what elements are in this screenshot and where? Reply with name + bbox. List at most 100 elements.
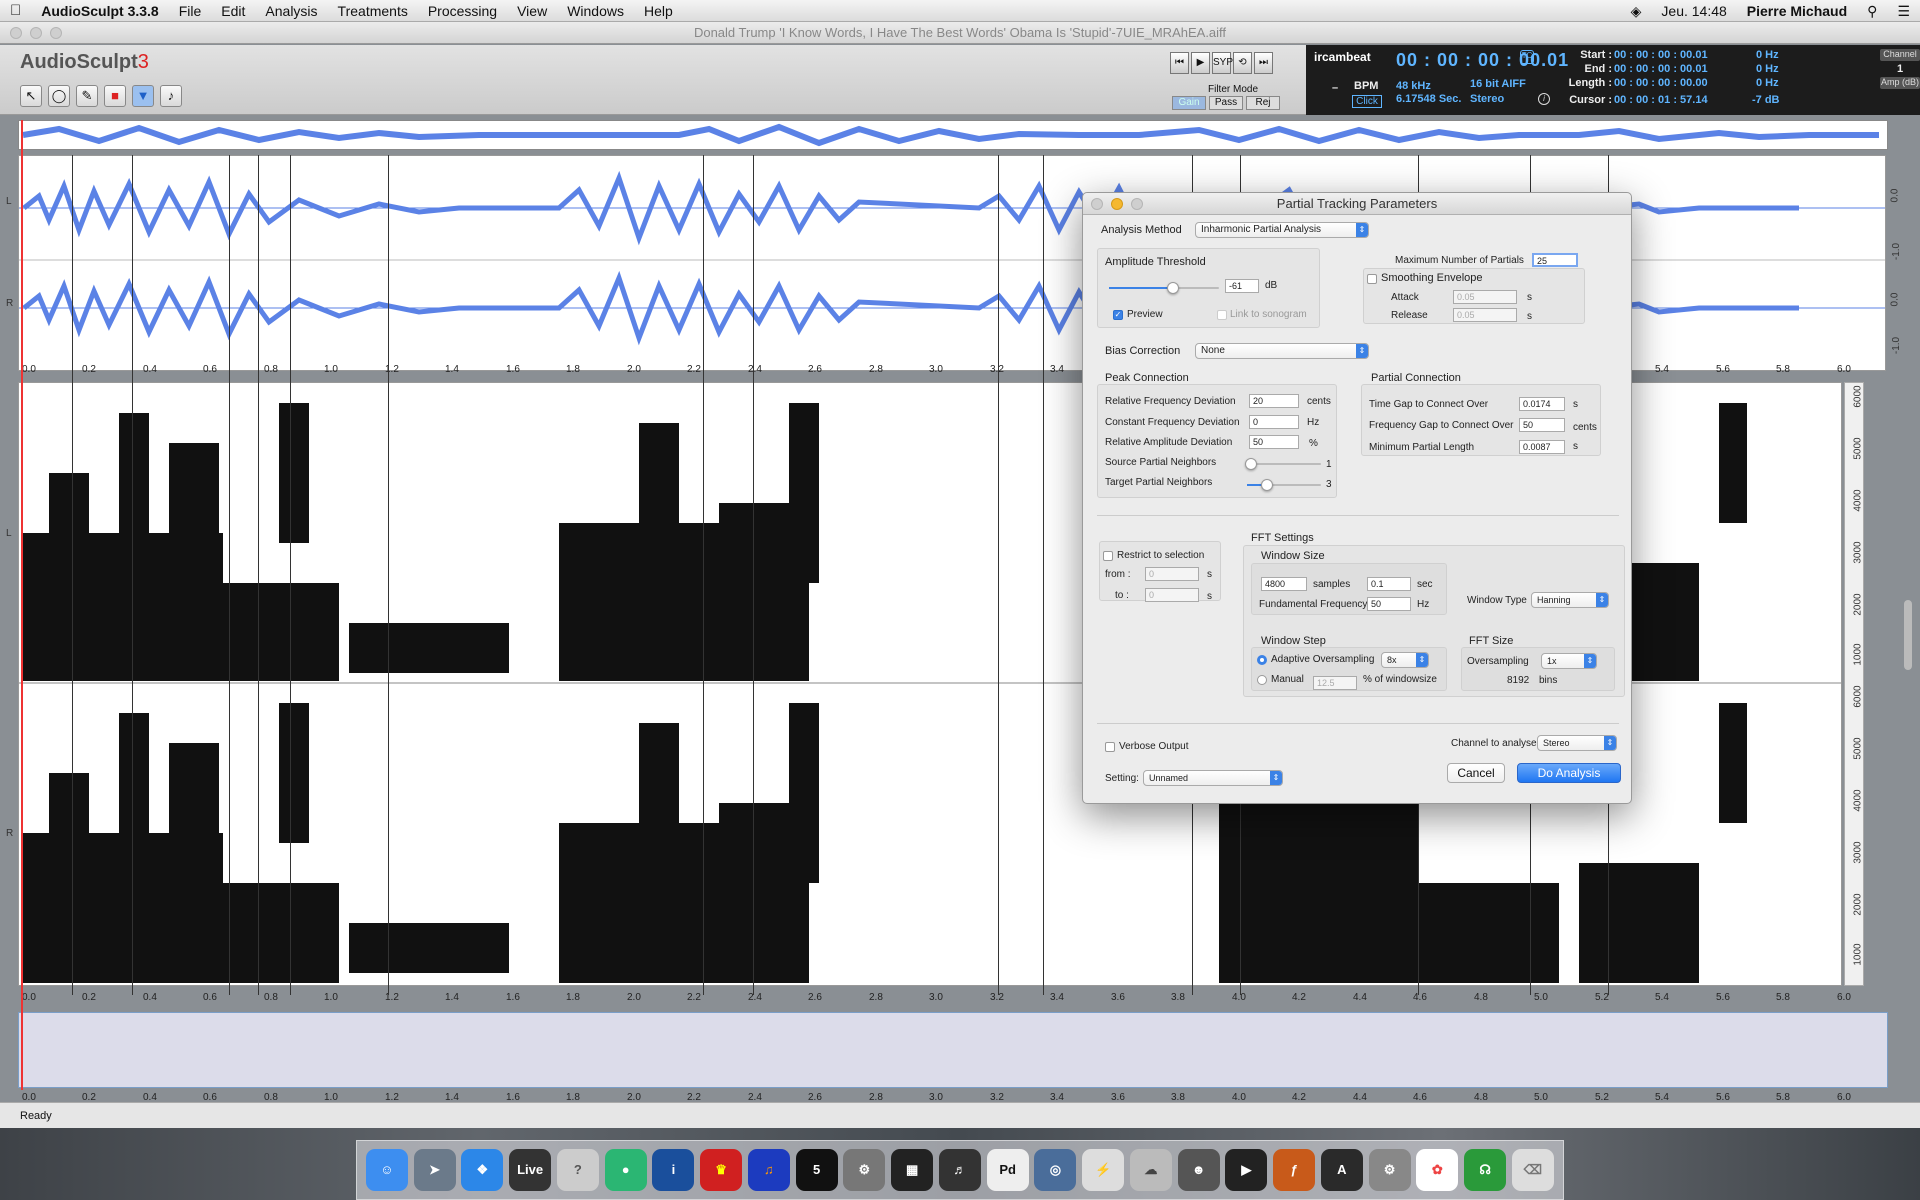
system-preferences-icon[interactable]: ⚙ [1368,1149,1411,1191]
min-partial-length-input[interactable]: 0.0087 [1519,440,1565,454]
fonts-app-icon[interactable]: ƒ [1273,1149,1316,1191]
marker-line[interactable] [703,155,704,995]
menu-treatments[interactable]: Treatments [328,3,418,19]
marker-line[interactable] [998,155,999,995]
pro-audio-icon[interactable]: ♬ [938,1149,981,1191]
menu-edit[interactable]: Edit [211,3,255,19]
const-freq-dev-input[interactable]: 0 [1249,415,1299,429]
time-ruler-2[interactable]: 0.0 0.2 0.4 0.6 0.8 1.0 1.2 1.4 1.6 1.8 … [22,992,1872,1004]
adaptive-oversampling-radio[interactable] [1257,655,1267,665]
setting-select[interactable]: Unnamed ⇕ [1143,770,1283,786]
trash-icon[interactable]: ⌫ [1511,1149,1554,1191]
dialog-zoom-button[interactable] [1131,198,1143,210]
max-partials-input[interactable]: 25 [1532,253,1578,267]
preview-checkbox[interactable]: ✓ [1113,310,1123,320]
lasso-tool-icon[interactable]: ◯ [48,85,70,107]
menu-view[interactable]: View [507,3,557,19]
pointer-tool-icon[interactable]: ↖ [20,85,42,107]
click-button[interactable]: Click [1352,95,1382,108]
rel-freq-dev-input[interactable]: 20 [1249,394,1299,408]
manual-step-input[interactable]: 12.5 [1313,676,1357,690]
playhead-cursor[interactable] [21,120,23,1090]
keyboard-app-icon[interactable]: ▦ [891,1149,934,1191]
window-samples-input[interactable]: 4800 [1261,577,1307,591]
filter-pass-button[interactable]: Pass [1209,96,1243,110]
radar-app-icon[interactable]: ◎ [1034,1149,1077,1191]
from-input[interactable]: 0 [1145,567,1199,581]
apple-icon[interactable]:  [0,2,31,19]
menu-file[interactable]: File [169,3,212,19]
oversampling-select[interactable]: 1x ⇕ [1541,653,1597,669]
overview-waveform[interactable] [18,120,1888,150]
close-window-button[interactable] [10,27,22,39]
marker-line[interactable] [753,155,754,995]
marker-line[interactable] [258,155,259,995]
help-icon[interactable]: ? [556,1149,599,1191]
marker-line[interactable] [132,155,133,995]
filter-gain-button[interactable]: Gain [1172,96,1206,110]
cloud-app-icon[interactable]: ☁ [1129,1149,1172,1191]
menu-windows[interactable]: Windows [557,3,634,19]
marker-line[interactable] [290,155,291,995]
marker-line[interactable] [388,155,389,995]
analysis-method-select[interactable]: Inharmonic Partial Analysis ⇕ [1195,222,1369,238]
app-menu[interactable]: AudioSculpt 3.3.8 [31,3,168,19]
vertical-zoom-scrollbar[interactable] [1904,600,1912,670]
font-book-icon[interactable]: A [1320,1149,1363,1191]
pure-data-icon[interactable]: Pd [986,1149,1029,1191]
verbose-output-checkbox[interactable] [1105,742,1115,752]
fundamental-frequency-input[interactable]: 50 [1367,597,1411,611]
window-type-select[interactable]: Hanning ⇕ [1531,592,1609,608]
pencil-tool-icon[interactable]: ✎ [76,85,98,107]
markers-lane[interactable] [18,1012,1888,1088]
zoom-window-button[interactable] [50,27,62,39]
adaptive-oversampling-select[interactable]: 8x ⇕ [1381,652,1429,668]
app-five-icon[interactable]: 5 [795,1149,838,1191]
bias-correction-select[interactable]: None ⇕ [1195,343,1369,359]
ableton-live-icon[interactable]: Live [509,1149,552,1191]
marker-line[interactable] [229,155,230,995]
smoothing-envelope-checkbox[interactable] [1367,274,1377,284]
dialog-minimize-button[interactable] [1111,198,1123,210]
marker-line[interactable] [1043,155,1044,995]
isadora-icon[interactable]: ♛ [700,1149,743,1191]
tc-toggle-icon[interactable]: TC [1520,50,1534,64]
filter-tool-icon[interactable]: ▼ [132,85,154,107]
rhythm-app-icon[interactable]: ● [604,1149,647,1191]
mic-app-icon[interactable]: ☊ [1464,1149,1507,1191]
photos-icon[interactable]: ✿ [1416,1149,1459,1191]
wifi-icon[interactable]: ◈ [1621,3,1652,20]
filter-rej-button[interactable]: Rej [1246,96,1280,110]
notification-center-icon[interactable]: ☰ [1887,3,1920,20]
note-tool-icon[interactable]: ♪ [160,85,182,107]
forward-icon[interactable]: ⏭ [1254,52,1273,74]
dialog-close-button[interactable] [1091,198,1103,210]
minimize-window-button[interactable] [30,27,42,39]
menu-help[interactable]: Help [634,3,683,19]
to-input[interactable]: 0 [1145,588,1199,602]
safari-icon[interactable]: ❖ [461,1149,504,1191]
link-sonogram-checkbox[interactable] [1217,310,1227,320]
audacity-icon[interactable]: ♫ [747,1149,790,1191]
rel-amp-dev-input[interactable]: 50 [1249,435,1299,449]
attack-input[interactable]: 0.05 [1453,290,1517,304]
finder-icon[interactable]: ☺ [365,1149,408,1191]
window-seconds-input[interactable]: 0.1 [1367,577,1411,591]
menu-user[interactable]: Pierre Michaud [1737,3,1857,19]
menu-processing[interactable]: Processing [418,3,507,19]
release-input[interactable]: 0.05 [1453,308,1517,322]
launchpad-icon[interactable]: ➤ [413,1149,456,1191]
restrict-selection-checkbox[interactable] [1103,551,1113,561]
marker-line[interactable] [72,155,73,995]
source-neighbors-slider[interactable] [1245,458,1321,470]
rectangle-tool-icon[interactable]: ■ [104,85,126,107]
target-neighbors-slider[interactable] [1247,479,1321,491]
loop-icon[interactable]: ⟲ [1233,52,1252,74]
info-app-icon[interactable]: i [652,1149,695,1191]
do-analysis-button[interactable]: Do Analysis [1517,763,1621,783]
spotlight-search-icon[interactable]: ⚲ [1857,3,1887,20]
syp-button[interactable]: SYP [1212,52,1233,74]
play-icon[interactable]: ▶ [1191,52,1210,74]
info-icon[interactable]: i [1538,93,1550,105]
cable-app-icon[interactable]: ⚡ [1082,1149,1125,1191]
